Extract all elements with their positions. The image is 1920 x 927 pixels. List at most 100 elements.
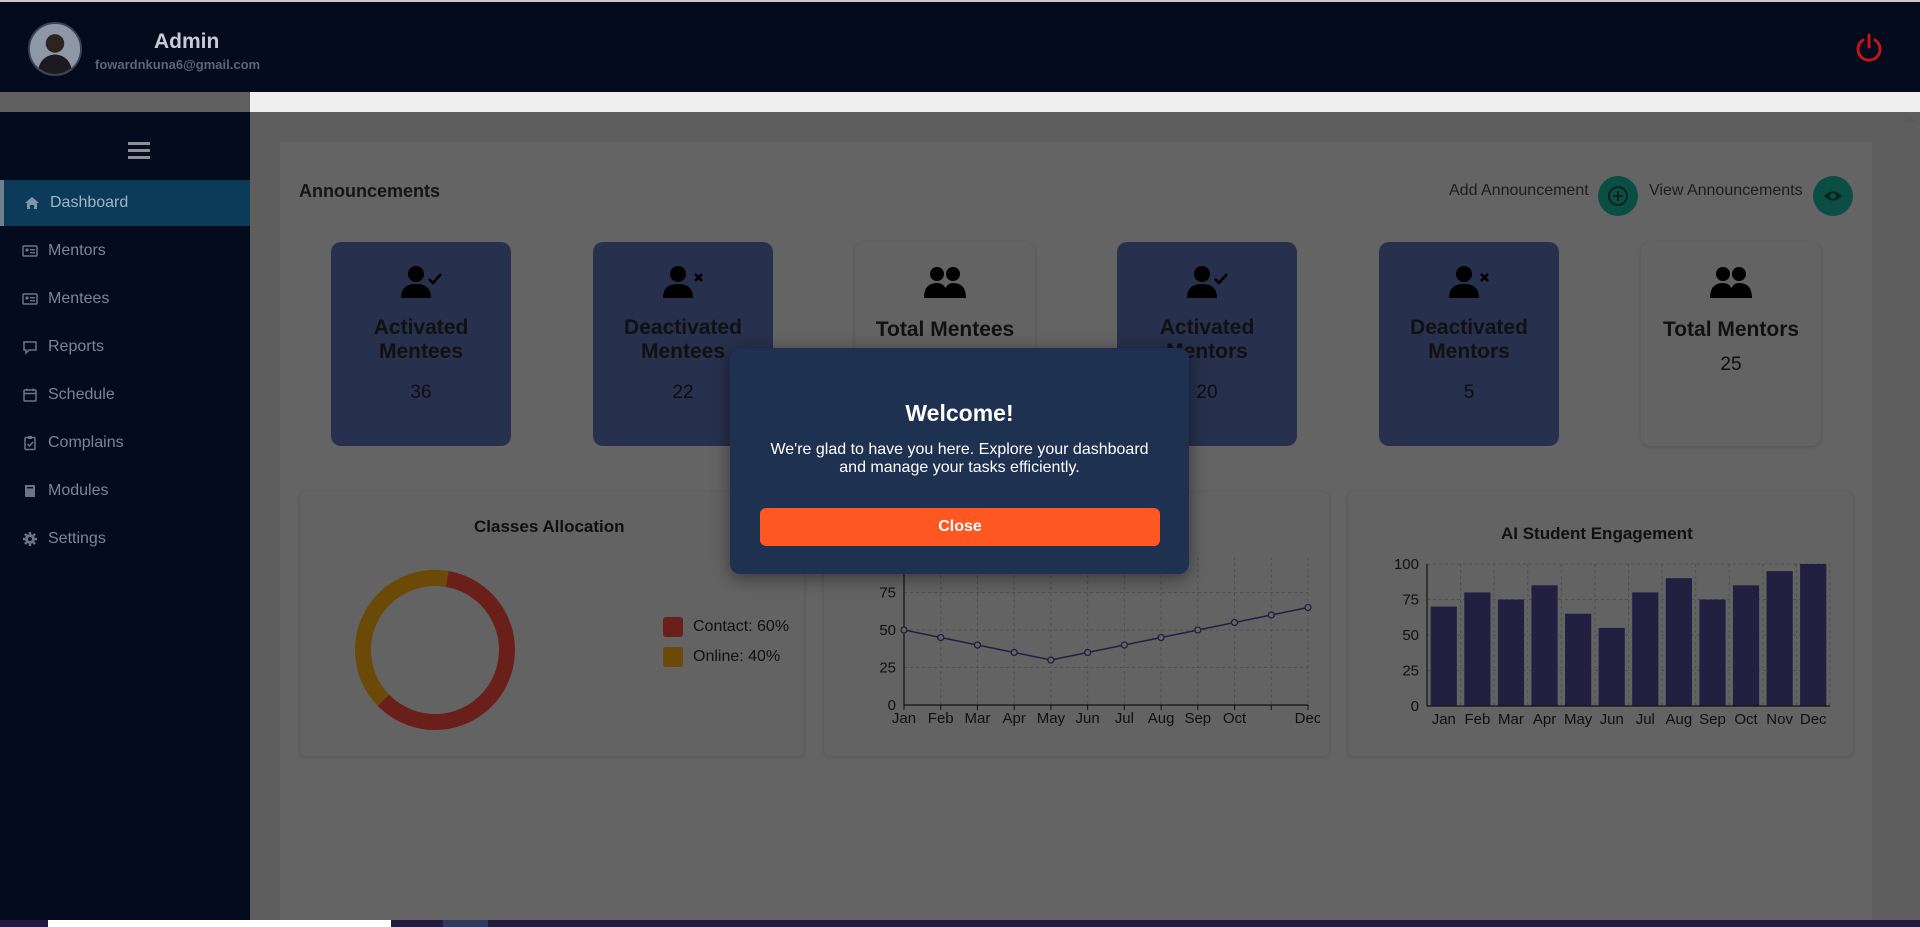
x-tick-label: Jan [1432, 711, 1456, 728]
stat-card-total-mentors: Total Mentors 25 [1641, 242, 1821, 446]
stat-card-value: 25 [1720, 354, 1742, 375]
sidebar-item-label: Reports [48, 338, 105, 355]
top-header: Admin fowardnkuna6@gmail.com [0, 0, 1920, 92]
sidebar-item-label: Complains [48, 434, 124, 451]
legend-swatch [663, 647, 683, 667]
x-tick-label: Sep [1699, 711, 1726, 728]
hamburger-menu-icon[interactable] [128, 142, 150, 160]
line-point [1157, 633, 1165, 642]
line-point [1304, 603, 1312, 612]
bar [1598, 627, 1625, 706]
stat-card-value: 5 [1463, 382, 1475, 403]
users-icon [924, 267, 966, 298]
announcements-title: Announcements [299, 181, 441, 201]
bar [1565, 613, 1592, 706]
line-point [1267, 611, 1275, 619]
x-tick-label: Feb [1464, 711, 1490, 728]
monthly-line-chart: 0255075Jan Feb Mar Apr May Jun Jul Aug Sep Oct Dec [879, 557, 1320, 727]
avatar-image [30, 24, 80, 74]
x-tick-label: Aug [1666, 711, 1693, 728]
sidebar-item-mentees[interactable]: Mentees [0, 276, 250, 322]
eye-icon [1824, 191, 1842, 201]
y-tick-label: 75 [879, 585, 896, 602]
sidebar-item-label: Schedule [48, 386, 115, 403]
admin-name: Admin [154, 30, 220, 53]
y-tick-label: 75 [1402, 592, 1419, 609]
sidebar-item-label: Settings [48, 530, 106, 547]
y-tick-label: 25 [1402, 663, 1419, 680]
welcome-modal: Welcome! We're glad to have you here. Ex… [730, 348, 1189, 574]
plus-circle-icon [1608, 186, 1628, 206]
legend-label: Online: 40% [693, 648, 781, 665]
user-x-icon [1449, 266, 1489, 298]
user-check-icon [1187, 266, 1228, 298]
sidebar-item-reports[interactable]: Reports [0, 324, 250, 370]
modal-title: Welcome! [905, 400, 1014, 426]
calendar-icon [23, 388, 37, 402]
x-tick-label: Dec [1295, 710, 1320, 727]
legend-swatch [663, 617, 683, 637]
sidebar-item-mentors[interactable]: Mentors [0, 228, 250, 274]
x-tick-label: May [1037, 710, 1066, 727]
bar [1531, 585, 1558, 706]
stat-card-deactivated-mentors: Deactivated Mentors 5 [1379, 242, 1559, 446]
home-icon [25, 197, 39, 209]
add-announcement-button[interactable] [1598, 176, 1638, 216]
line-point [1083, 648, 1092, 657]
sidebar-item-settings[interactable]: Settings [0, 516, 250, 562]
sidebar-item-dashboard[interactable]: Dashboard [0, 180, 250, 226]
line-point [1010, 648, 1018, 657]
y-tick-label: 100 [1394, 556, 1419, 573]
bar [1766, 571, 1793, 706]
close-button[interactable]: Close [760, 508, 1160, 546]
taskbar-strip [0, 920, 1920, 927]
view-announcements-button[interactable] [1813, 176, 1853, 216]
bar [1464, 592, 1491, 706]
sidebar-item-schedule[interactable]: Schedule [0, 372, 250, 418]
legend-item-contact: Contact: 60% [663, 617, 789, 637]
line-point [1047, 656, 1055, 664]
sidebar-top-strip [0, 92, 250, 112]
stat-card-title: Activated Mentees [373, 316, 469, 363]
x-tick-label: Apr [1533, 711, 1556, 728]
x-tick-label: Mar [1498, 711, 1524, 728]
donut-slice [355, 570, 449, 706]
donut-slice [377, 571, 515, 730]
gear-icon [23, 532, 37, 546]
user-x-icon [663, 266, 703, 298]
line-point [1194, 626, 1202, 634]
avatar[interactable] [28, 22, 82, 76]
classes-allocation-donut [355, 570, 515, 730]
sidebar: Dashboard Mentors Mentees Reports Schedu… [0, 112, 250, 927]
line-point [900, 626, 908, 634]
x-tick-label: Jun [1076, 710, 1100, 727]
stat-card-title: Total Mentors [1662, 318, 1800, 341]
user-check-icon [401, 266, 442, 298]
line-point [973, 641, 982, 649]
stat-card-activated-mentees: Activated Mentees 36 [331, 242, 511, 446]
line-point [1120, 641, 1129, 649]
stat-card-title: Total Mentees [875, 318, 1015, 341]
stat-card-title: Deactivated Mentors [1410, 316, 1528, 363]
sidebar-item-label: Dashboard [50, 194, 129, 211]
x-tick-label: Sep [1184, 710, 1211, 727]
x-tick-label: Dec [1800, 711, 1827, 728]
users-icon [1710, 267, 1752, 298]
sidebar-item-modules[interactable]: Modules [0, 468, 250, 514]
x-tick-label: Apr [1003, 710, 1026, 727]
bar [1800, 564, 1827, 706]
bar [1732, 585, 1760, 706]
power-icon[interactable] [1853, 32, 1885, 64]
line-point [1230, 618, 1239, 627]
classes-allocation-title: Classes Allocation [474, 517, 625, 536]
scroll-up-arrow-icon[interactable] [1905, 115, 1915, 122]
bar [1497, 599, 1525, 706]
view-announcements-label[interactable]: View Announcements [1649, 182, 1803, 200]
sidebar-item-label: Modules [48, 482, 109, 499]
sidebar-item-complains[interactable]: Complains [0, 420, 250, 466]
add-announcement-label[interactable]: Add Announcement [1449, 182, 1589, 200]
id-card-icon [22, 293, 38, 305]
x-tick-label: May [1564, 711, 1593, 728]
modal-text: We're glad to have you here. Explore you… [770, 441, 1149, 476]
legend-item-online: Online: 40% [663, 647, 780, 667]
